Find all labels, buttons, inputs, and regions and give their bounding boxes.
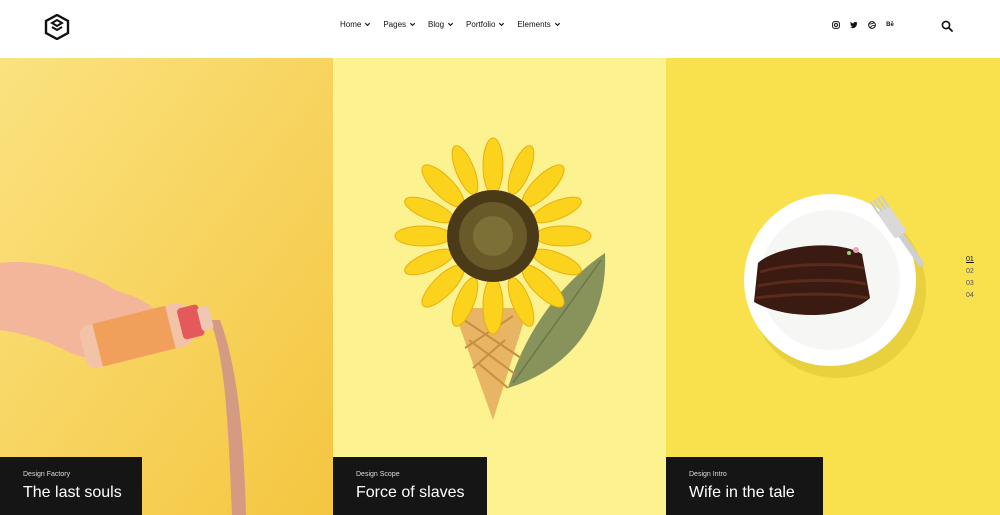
dribbble-icon[interactable] xyxy=(868,20,876,30)
nav-item-elements[interactable]: Elements xyxy=(517,20,560,29)
chevron-down-icon xyxy=(554,22,560,27)
nav-item-portfolio[interactable]: Portfolio xyxy=(466,20,505,29)
cake-plate-image xyxy=(666,58,1000,515)
nav-item-pages[interactable]: Pages xyxy=(383,20,416,29)
nav-item-label: Portfolio xyxy=(466,20,496,29)
pagination-item[interactable]: 04 xyxy=(966,292,974,299)
behance-icon[interactable]: Bē xyxy=(886,20,894,30)
portfolio-category: Design Factory xyxy=(23,471,71,478)
portfolio-item-1[interactable]: Design Factory The last souls xyxy=(0,58,333,515)
portfolio-item-2[interactable]: Design Scope Force of slaves xyxy=(333,58,666,515)
portfolio-title[interactable]: Wife in the tale xyxy=(689,484,823,502)
logo-icon[interactable] xyxy=(44,14,70,40)
portfolio-category: Design Intro xyxy=(689,471,727,478)
search-icon[interactable] xyxy=(941,20,953,32)
twitter-icon[interactable] xyxy=(850,20,858,30)
main-nav: Home Pages Blog Portfolio Elements xyxy=(340,20,561,29)
nav-item-label: Blog xyxy=(428,20,445,29)
nav-item-label: Pages xyxy=(383,20,407,29)
site-header: Home Pages Blog Portfolio Elements Bē xyxy=(0,0,1000,58)
nav-item-blog[interactable]: Blog xyxy=(428,20,454,29)
sunflower-cone-image xyxy=(333,58,666,515)
portfolio-caption[interactable]: Design Intro Wife in the tale xyxy=(666,457,823,515)
portfolio-showcase: Design Factory The last souls Design Sco… xyxy=(0,58,1000,515)
nav-item-label: Elements xyxy=(517,20,551,29)
instagram-icon[interactable] xyxy=(832,20,840,30)
pagination-item[interactable]: 02 xyxy=(966,268,974,275)
portfolio-title[interactable]: The last souls xyxy=(23,484,142,502)
chevron-down-icon xyxy=(499,22,505,27)
chevron-down-icon xyxy=(409,22,416,27)
portfolio-caption[interactable]: Design Factory The last souls xyxy=(0,457,142,515)
nav-item-home[interactable]: Home xyxy=(340,20,371,29)
slide-pagination: 01 02 03 04 xyxy=(966,256,974,299)
portfolio-title[interactable]: Force of slaves xyxy=(356,484,487,502)
pagination-item[interactable]: 03 xyxy=(966,280,974,287)
pagination-item[interactable]: 01 xyxy=(966,256,974,263)
chevron-down-icon xyxy=(365,22,371,27)
portfolio-caption[interactable]: Design Scope Force of slaves xyxy=(333,457,487,515)
social-links: Bē xyxy=(832,20,894,30)
smoothie-image xyxy=(0,58,333,515)
nav-item-label: Home xyxy=(340,20,362,29)
portfolio-category: Design Scope xyxy=(356,471,400,478)
portfolio-item-3[interactable]: Design Intro Wife in the tale xyxy=(666,58,1000,515)
chevron-down-icon xyxy=(447,22,454,27)
